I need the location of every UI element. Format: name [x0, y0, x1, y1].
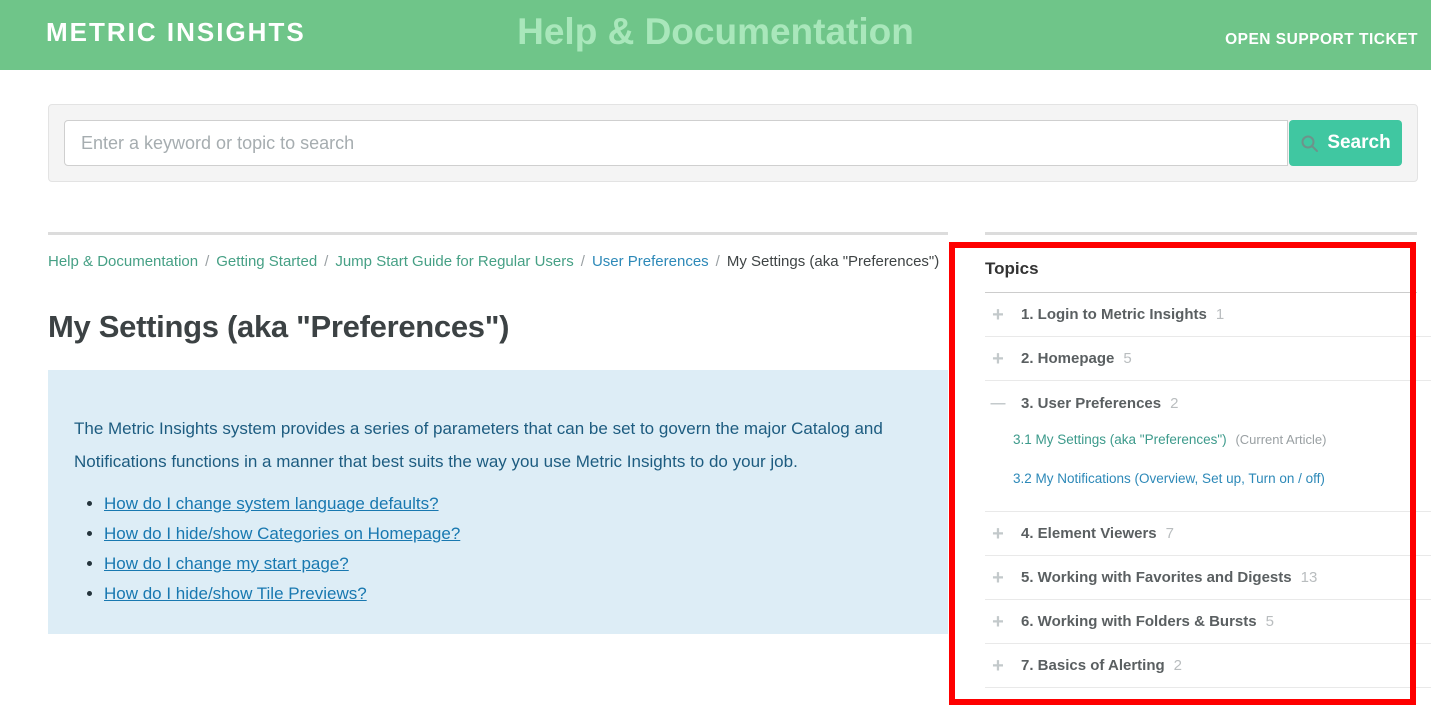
main-content-column: Help & DocumentationGetting StartedJump …: [48, 232, 948, 634]
topic-row-folders-bursts[interactable]: 6. Working with Folders & Bursts 5: [985, 600, 1431, 644]
plus-icon[interactable]: [990, 526, 1006, 542]
topic-label[interactable]: 7. Basics of Alerting: [1021, 657, 1165, 674]
breadcrumb-help-documentation[interactable]: Help & Documentation: [48, 253, 216, 270]
topic-label[interactable]: 5. Working with Favorites and Digests: [1021, 569, 1292, 586]
plus-icon[interactable]: [990, 307, 1006, 323]
topic-count: 2: [1174, 657, 1182, 674]
link-change-language-defaults[interactable]: How do I change system language defaults…: [104, 494, 439, 513]
topic-count: 1: [1216, 306, 1224, 323]
topic-label[interactable]: 6. Working with Folders & Bursts: [1021, 613, 1257, 630]
topic-children: 3.1 My Settings (aka "Preferences") (Cur…: [1013, 432, 1431, 486]
search-button-label: Search: [1327, 132, 1390, 154]
topic-row-header[interactable]: 3. User Preferences 2: [985, 394, 1431, 412]
content-divider: [48, 232, 948, 235]
topic-count: 13: [1301, 569, 1318, 586]
topic-row-element-viewers[interactable]: 4. Element Viewers 7: [985, 512, 1431, 556]
breadcrumb-getting-started[interactable]: Getting Started: [216, 253, 335, 270]
topic-row-basics-alerting[interactable]: 7. Basics of Alerting 2: [985, 644, 1431, 688]
list-item: How do I hide/show Categories on Homepag…: [104, 525, 918, 543]
child-link-my-settings[interactable]: 3.1 My Settings (aka "Preferences"): [1013, 432, 1227, 447]
page: METRIC INSIGHTS Help & Documentation OPE…: [0, 0, 1431, 713]
article-intro-text: The Metric Insights system provides a se…: [74, 412, 918, 478]
breadcrumb-user-preferences[interactable]: User Preferences: [592, 253, 727, 270]
article-intro-box: The Metric Insights system provides a se…: [48, 370, 948, 634]
plus-icon[interactable]: [990, 614, 1006, 630]
topic-label[interactable]: 2. Homepage: [1021, 350, 1114, 367]
open-support-ticket-link[interactable]: OPEN SUPPORT TICKET: [1225, 31, 1418, 49]
link-hide-show-categories[interactable]: How do I hide/show Categories on Homepag…: [104, 524, 460, 543]
topic-row-user-preferences[interactable]: 3. User Preferences 2 3.1 My Settings (a…: [985, 381, 1431, 512]
topic-child-my-settings: 3.1 My Settings (aka "Preferences") (Cur…: [1013, 432, 1431, 447]
article-title: My Settings (aka "Preferences"): [48, 309, 948, 345]
topic-row-login[interactable]: 1. Login to Metric Insights 1: [985, 293, 1431, 337]
topic-count: 5: [1266, 613, 1274, 630]
magnifier-icon: [1300, 134, 1319, 153]
child-link-my-notifications[interactable]: 3.2 My Notifications (Overview, Set up, …: [1013, 471, 1325, 486]
list-item: How do I hide/show Tile Previews?: [104, 585, 918, 603]
plus-icon[interactable]: [990, 570, 1006, 586]
topics-heading: Topics: [985, 259, 1417, 293]
current-article-badge: (Current Article): [1235, 432, 1326, 447]
topic-row-homepage[interactable]: 2. Homepage 5: [985, 337, 1431, 381]
search-input[interactable]: [64, 120, 1288, 166]
plus-icon[interactable]: [990, 351, 1006, 367]
link-hide-show-tile-previews[interactable]: How do I hide/show Tile Previews?: [104, 584, 367, 603]
search-bar-container: Search: [48, 104, 1418, 182]
search-button[interactable]: Search: [1289, 120, 1402, 166]
topic-label[interactable]: 4. Element Viewers: [1021, 525, 1157, 542]
list-item: How do I change my start page?: [104, 555, 918, 573]
breadcrumb: Help & DocumentationGetting StartedJump …: [48, 251, 948, 272]
topics-sidebar: Topics 1. Login to Metric Insights 1 2. …: [985, 232, 1431, 688]
minus-icon[interactable]: [990, 394, 1006, 412]
breadcrumb-current-page: My Settings (aka "Preferences"): [727, 253, 939, 270]
topic-count: 2: [1170, 395, 1178, 412]
topic-count: 5: [1123, 350, 1131, 367]
plus-icon[interactable]: [990, 658, 1006, 674]
breadcrumb-jump-start-guide[interactable]: Jump Start Guide for Regular Users: [335, 253, 592, 270]
sidebar-divider: [985, 232, 1417, 235]
topic-child-my-notifications: 3.2 My Notifications (Overview, Set up, …: [1013, 471, 1431, 486]
link-change-start-page[interactable]: How do I change my start page?: [104, 554, 349, 573]
topic-row-favorites-digests[interactable]: 5. Working with Favorites and Digests 13: [985, 556, 1431, 600]
list-item: How do I change system language defaults…: [104, 495, 918, 513]
topic-label[interactable]: 1. Login to Metric Insights: [1021, 306, 1207, 323]
topic-count: 7: [1166, 525, 1174, 542]
page-title-header: Help & Documentation: [0, 11, 1431, 53]
topic-label[interactable]: 3. User Preferences: [1021, 395, 1161, 412]
article-link-list: How do I change system language defaults…: [74, 495, 918, 603]
app-header: METRIC INSIGHTS Help & Documentation OPE…: [0, 0, 1431, 70]
